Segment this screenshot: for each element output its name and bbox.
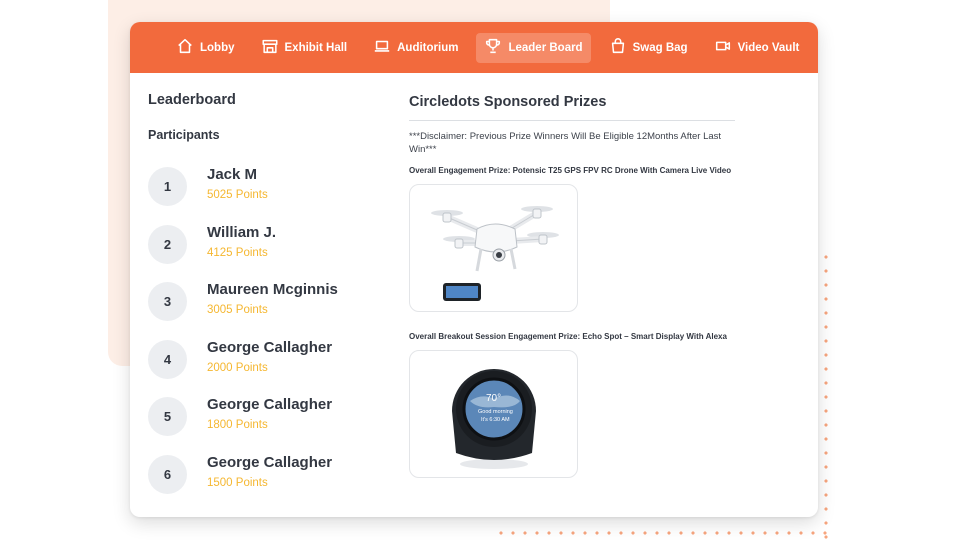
participant-points: 1500 Points xyxy=(207,476,268,489)
nav-lobby[interactable]: Lobby xyxy=(168,33,243,63)
disclaimer-text: ***Disclaimer: Previous Prize Winners Wi… xyxy=(409,131,722,155)
leaderboard-title: Leaderboard xyxy=(148,92,236,108)
home-icon xyxy=(176,37,194,58)
list-item: 4 George Callagher 2000 Points xyxy=(148,331,388,389)
laptop-icon xyxy=(373,37,391,58)
prize-card[interactable]: 70° Good morning It's 6:30 AM xyxy=(409,350,578,478)
nav-label: Lobby xyxy=(200,41,235,54)
nav-label: Video Vault xyxy=(737,41,800,54)
video-camera-icon xyxy=(714,37,732,58)
rank-badge: 5 xyxy=(148,397,187,437)
list-item: 6 George Callagher 1500 Points xyxy=(148,446,388,504)
nav-label: Leader Board xyxy=(508,41,583,54)
app-window: Lobby Exhibit Hall Auditorium Leader Boa… xyxy=(130,22,818,517)
leaderboard-panel: Leaderboard Participants 1 Jack M 5025 Po… xyxy=(148,92,388,503)
list-item: 1 Jack M 5025 Points xyxy=(148,158,388,216)
list-item: 2 William J. 4125 Points xyxy=(148,216,388,274)
prize-label: Overall Engagement Prize: Potensic T25 G… xyxy=(409,166,732,175)
nav-auditorium[interactable]: Auditorium xyxy=(365,33,466,63)
rank-badge: 6 xyxy=(148,454,187,494)
participants-heading: Participants xyxy=(148,128,220,142)
nav-label: Exhibit Hall xyxy=(284,41,348,54)
participant-name: Jack M xyxy=(207,166,258,184)
divider xyxy=(409,120,735,121)
participant-points: 3005 Points xyxy=(207,304,268,317)
participant-name: Maureen Mcginnis xyxy=(207,281,338,299)
participant-points: 1800 Points xyxy=(207,419,268,432)
top-navbar: Lobby Exhibit Hall Auditorium Leader Boa… xyxy=(130,22,818,73)
list-item: 5 George Callagher 1800 Points xyxy=(148,388,388,446)
list-item: 3 Maureen Mcginnis 3005 Points xyxy=(148,273,388,331)
prize-card[interactable] xyxy=(409,184,578,312)
echo-spot-image: 70° Good morning It's 6:30 AM xyxy=(451,368,536,469)
rank-badge: 4 xyxy=(148,339,187,379)
shopping-bag-icon xyxy=(609,37,627,58)
storefront-icon xyxy=(261,37,279,58)
decorative-dots xyxy=(495,528,835,538)
participant-points: 2000 Points xyxy=(207,361,268,374)
echo-greeting: Good morning xyxy=(478,409,513,415)
nav-swag-bag[interactable]: Swag Bag xyxy=(601,33,696,63)
participant-name: George Callagher xyxy=(207,453,333,471)
rank-badge: 1 xyxy=(148,167,187,207)
nav-exhibit-hall[interactable]: Exhibit Hall xyxy=(253,33,356,63)
participant-name: George Callagher xyxy=(207,396,333,414)
echo-time: It's 6:30 AM xyxy=(481,417,510,423)
participant-points: 5025 Points xyxy=(207,189,268,202)
echo-temp: 70° xyxy=(486,393,501,404)
nav-label: Auditorium xyxy=(397,41,459,54)
rank-badge: 3 xyxy=(148,282,187,322)
prizes-title: Circledots Sponsored Prizes xyxy=(409,94,607,110)
nav-label: Swag Bag xyxy=(632,41,688,54)
drone-image xyxy=(430,205,559,301)
rank-badge: 2 xyxy=(148,224,187,264)
trophy-icon xyxy=(484,37,502,58)
participants-list: 1 Jack M 5025 Points 2 William J. 4125 Poi… xyxy=(148,158,388,503)
participant-name: William J. xyxy=(207,223,277,241)
decorative-dots xyxy=(820,250,832,540)
nav-leader-board[interactable]: Leader Board xyxy=(476,32,591,63)
nav-video-vault[interactable]: Video Vault xyxy=(706,33,808,63)
participant-points: 4125 Points xyxy=(207,246,268,259)
prize-label: Overall Breakout Session Engagement Priz… xyxy=(409,332,727,341)
participant-name: George Callagher xyxy=(207,338,333,356)
prizes-panel: Circledots Sponsored Prizes ***Disclaime… xyxy=(409,94,789,478)
